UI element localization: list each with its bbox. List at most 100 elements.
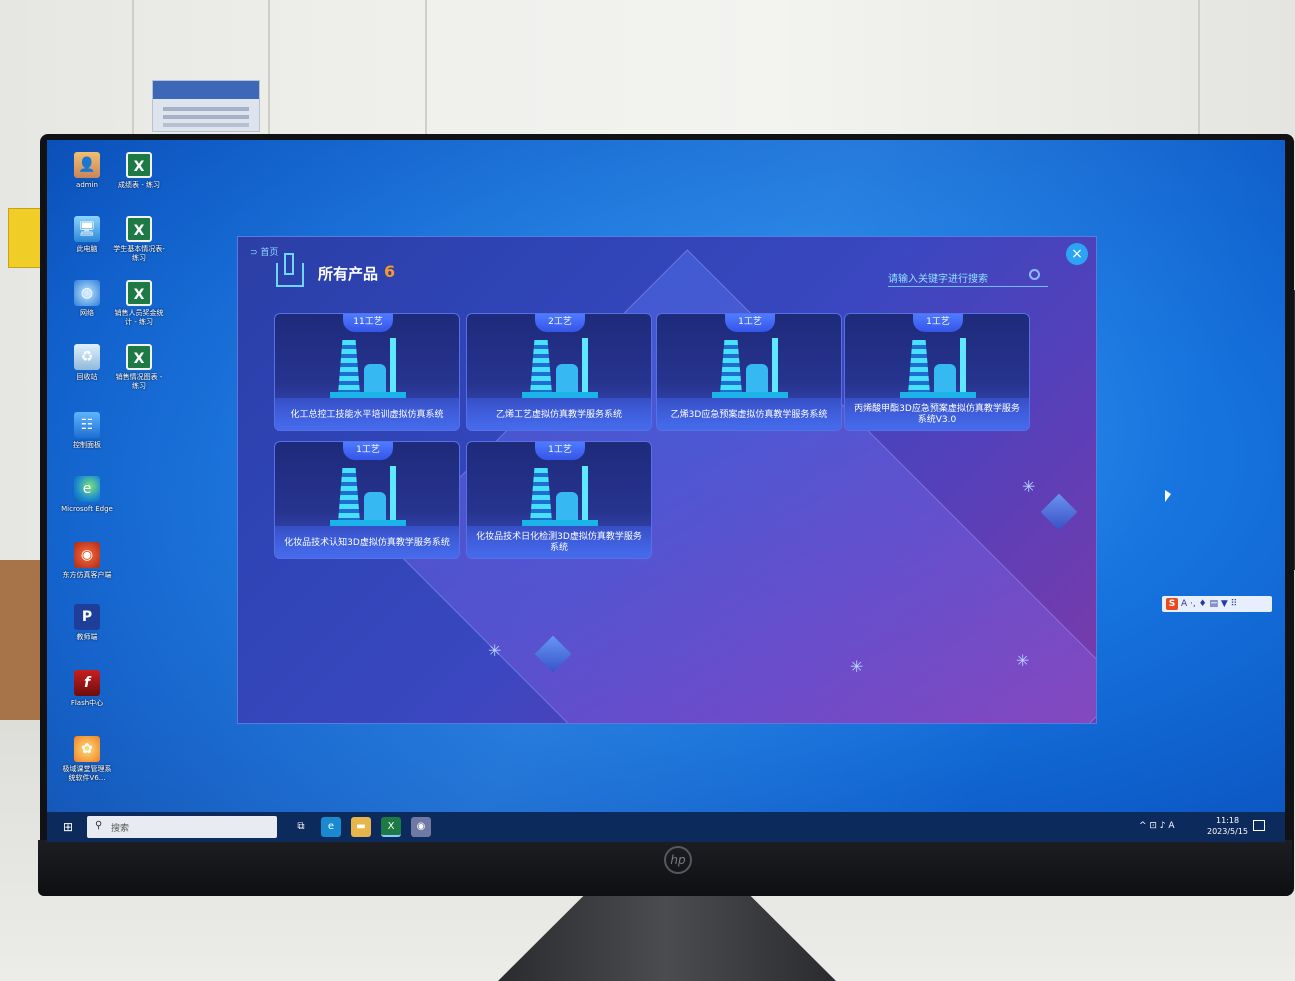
desktop-app-icon: ☷	[74, 412, 100, 438]
desktop-app-icon: X	[126, 216, 152, 242]
taskbar-task-view-icon[interactable]: ⧉	[291, 817, 311, 837]
product-name: 化妆品技术日化检测3D虚拟仿真教学服务系统	[467, 526, 651, 558]
monitor-chin	[38, 840, 1292, 896]
desktop-icon[interactable]: f Flash中心	[61, 670, 113, 708]
taskbar-edge-icon[interactable]: e	[321, 817, 341, 837]
desktop-icon-label: Flash中心	[70, 699, 104, 707]
desktop-icon[interactable]: ✿ 极域课堂管理系统软件V6...	[61, 736, 113, 783]
desktop-app-icon: f	[74, 670, 100, 696]
clock-date: 2023/5/15	[1207, 827, 1249, 836]
desktop-icon[interactable]: X 学生基本情况表-练习	[113, 216, 165, 263]
close-button[interactable]: ×	[1066, 243, 1088, 265]
search-icon: ⚲	[95, 820, 103, 831]
wall-seam	[1198, 0, 1200, 140]
snowflake-icon: ✳	[1022, 477, 1036, 496]
desktop-icon[interactable]: 🖥 此电脑	[61, 216, 113, 254]
desktop-app-icon: 👤	[74, 152, 100, 178]
desktop-icon[interactable]: X 成绩表 - 练习	[113, 152, 165, 190]
desktop-app-icon: ♻	[74, 344, 100, 370]
ime-toolbar[interactable]: SA ·, ♦ ▤ ▼ ⠿	[1162, 596, 1272, 612]
product-name: 乙烯3D应急预案虚拟仿真教学服务系统	[657, 398, 841, 430]
taskbar-excel-icon[interactable]: X	[381, 817, 401, 837]
desktop-icon-label: 销售人员奖金统计 - 练习	[114, 309, 164, 326]
product-window: ✳ ✳ ✳ ✳ ⊃ 首页 所有产品 6 × 请输入关键字进行搜索 11工艺化工总…	[237, 236, 1097, 724]
product-count: 6	[384, 262, 396, 281]
chemical-plant-icon	[712, 332, 788, 398]
process-count-badge: 2工艺	[535, 314, 585, 332]
chemical-plant-icon	[900, 332, 976, 398]
desktop-icon-label: 学生基本情况表-练习	[113, 245, 165, 262]
product-card[interactable]: 2工艺 乙烯工艺虚拟仿真教学服务系统	[466, 313, 652, 431]
sogou-icon: S	[1166, 598, 1178, 610]
desktop-icon-label: 控制面板	[73, 441, 101, 449]
taskbar-search-placeholder: 搜索	[111, 824, 130, 834]
wooden-cabinet	[0, 560, 44, 720]
desktop-icon-label: 东方仿真客户端	[62, 571, 112, 579]
desktop-app-icon: ✿	[74, 736, 100, 762]
desktop-icon-label: 此电脑	[76, 245, 98, 253]
product-card[interactable]: 1工艺丙烯酸甲酯3D应急预案虚拟仿真教学服务系统V3.0	[844, 313, 1030, 431]
desktop-icon[interactable]: X 销售人员奖金统计 - 练习	[113, 280, 165, 327]
clock[interactable]: 11:18 2023/5/15	[1207, 815, 1248, 837]
process-count-badge: 1工艺	[725, 314, 775, 332]
desktop-app-icon: e	[74, 476, 100, 502]
search-input[interactable]: 请输入关键字进行搜索	[888, 267, 1048, 287]
process-count-badge: 11工艺	[343, 314, 393, 332]
ime-tools: A ·, ♦ ▤ ▼ ⠿	[1181, 599, 1238, 609]
search-placeholder: 请输入关键字进行搜索	[888, 274, 988, 285]
product-name: 丙烯酸甲酯3D应急预案虚拟仿真教学服务系统V3.0	[845, 398, 1029, 430]
desktop-icon-label: Microsoft Edge	[61, 505, 113, 513]
desktop-app-icon: ◉	[74, 542, 100, 568]
snowflake-icon: ✳	[850, 657, 864, 676]
chemical-plant-icon	[522, 332, 598, 398]
notification-icon[interactable]	[1253, 820, 1265, 831]
desktop-app-icon: 🖥	[74, 216, 100, 242]
desktop-icon[interactable]: X 销售情况图表 - 练习	[113, 344, 165, 391]
desktop-icon-label: 回收站	[76, 373, 98, 381]
chemical-plant-icon	[330, 460, 406, 526]
taskbar-search-input[interactable]: ⚲ 搜索	[87, 816, 277, 838]
product-card[interactable]: 11工艺化工总控工技能水平培训虚拟仿真系统	[274, 313, 460, 431]
process-count-badge: 1工艺	[343, 442, 393, 460]
desktop-icon[interactable]: ♻ 回收站	[61, 344, 113, 382]
desktop-icon[interactable]: ◉ 东方仿真客户端	[61, 542, 113, 580]
back-home-link[interactable]: ⊃ 首页	[250, 245, 278, 258]
monitor-screen: 👤 admin X 成绩表 - 练习 🖥 此电脑 X 学生基本情况表-练习 ◍ 网络 X 销售人员奖金…	[47, 140, 1285, 842]
yellow-sign	[8, 208, 44, 268]
snowflake-icon: ✳	[1016, 651, 1030, 670]
process-count-badge: 1工艺	[913, 314, 963, 332]
desktop-icon[interactable]: e Microsoft Edge	[61, 476, 113, 514]
wall-seam	[268, 0, 270, 140]
start-button[interactable]: ⊞	[63, 820, 77, 834]
desktop-icon-label: 销售情况图表 - 练习	[115, 373, 163, 390]
search-icon[interactable]	[1029, 269, 1040, 280]
product-card[interactable]: 1工艺化妆品技术日化检测3D虚拟仿真教学服务系统	[466, 441, 652, 559]
product-name: 化工总控工技能水平培训虚拟仿真系统	[275, 398, 459, 430]
desktop-icon-label: 教师端	[76, 633, 98, 641]
product-card[interactable]: 1工艺乙烯3D应急预案虚拟仿真教学服务系统	[656, 313, 842, 431]
desktop-icon[interactable]: P 教师端	[61, 604, 113, 642]
desktop-icon-label: 极域课堂管理系统软件V6...	[62, 765, 112, 782]
desktop-icon[interactable]: 👤 admin	[61, 152, 113, 190]
desktop-icon[interactable]: ◍ 网络	[61, 280, 113, 318]
snowflake-icon: ✳	[488, 641, 502, 660]
clock-time: 11:18	[1215, 816, 1240, 825]
system-tray[interactable]: ^ ⊡ ♪ A	[1139, 821, 1175, 831]
taskbar-file-explorer-icon[interactable]: ▬	[351, 817, 371, 837]
desktop-icon-label: 成绩表 - 练习	[118, 181, 160, 189]
desktop-icon[interactable]: ☷ 控制面板	[61, 412, 113, 450]
chemical-plant-icon	[522, 460, 598, 526]
desktop-app-icon: X	[126, 344, 152, 370]
wall-seam	[132, 0, 134, 140]
chemical-plant-icon	[330, 332, 406, 398]
product-card[interactable]: 1工艺 化妆品技术认知3D虚拟仿真教学服务系统	[274, 441, 460, 559]
mouse-cursor-icon	[1165, 490, 1171, 502]
taskbar-simulation-icon[interactable]: ◉	[411, 817, 431, 837]
desktop-icon-label: 网络	[80, 309, 94, 317]
page-title: 所有产品	[318, 265, 379, 283]
hp-logo-icon: hp	[664, 846, 692, 874]
desktop-app-icon: X	[126, 280, 152, 306]
wall-seam	[425, 0, 427, 140]
process-count-badge: 1工艺	[535, 442, 585, 460]
desktop-app-icon: ◍	[74, 280, 100, 306]
